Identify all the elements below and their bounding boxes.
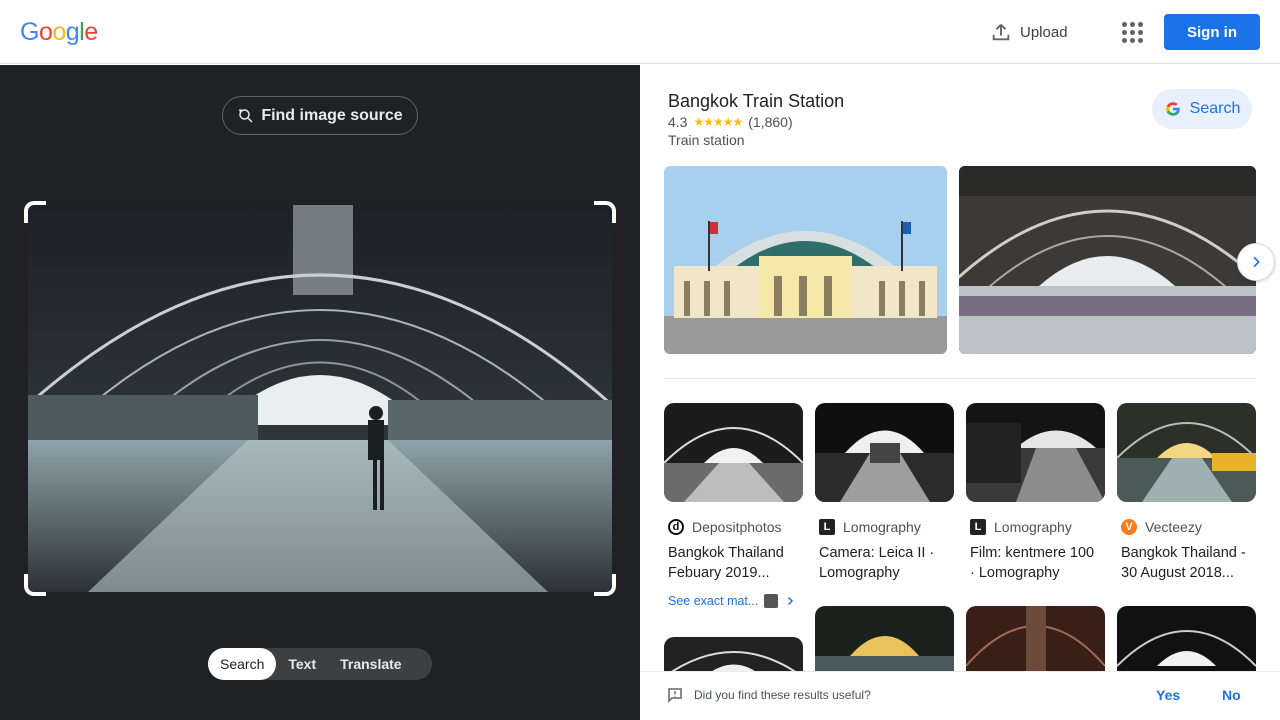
favicon-letter: L [974,521,982,533]
upload-button[interactable]: Upload [990,18,1068,46]
top-header: Google Upload Sign in [0,0,1280,64]
depositphotos-icon: d [668,519,684,535]
lens-image-panel: Find image source Search Text Translate [0,65,640,720]
find-image-source-button[interactable]: Find image source [222,96,418,135]
result-thumbnail[interactable] [1117,403,1256,502]
place-rating: 4.3 ★★★★★ (1,860) [668,114,793,130]
logo-letter: o [38,18,53,46]
visual-match-result[interactable]: L Lomography Film: kentmere 100 · Lomograp… [966,403,1105,583]
lens-mode-tabs: Search Text Translate [208,648,432,680]
see-exact-matches-label: See exact mat... [668,594,759,608]
result-thumbnail[interactable] [966,606,1105,677]
find-image-source-label: Find image source [261,106,403,124]
result-source: Depositphotos [692,519,782,535]
favicon-letter: d [672,521,680,533]
section-divider [664,378,1256,379]
crop-handle-bottom-right[interactable] [594,574,616,596]
feedback-question: Did you find these results useful? [694,688,871,702]
google-apps-icon[interactable] [1120,20,1144,44]
vecteezy-icon: V [1121,519,1137,535]
place-image[interactable] [664,166,947,354]
lens-search-icon [239,108,253,123]
lomography-icon: L [819,519,835,535]
result-title-line: Film: kentmere 100 [970,545,1095,561]
place-category: Train station [668,132,745,148]
google-logo[interactable]: Google [20,18,98,47]
rating-value: 4.3 [668,114,688,130]
visual-match-result[interactable]: V Vecteezy Bangkok Thailand - 30 August 20… [1117,403,1256,583]
logo-letter: o [52,18,66,46]
tab-search[interactable]: Search [208,648,277,680]
upload-label: Upload [1020,23,1068,41]
see-exact-matches-link[interactable]: See exact mat... [668,594,796,608]
google-g-icon [1165,102,1180,116]
chevron-right-icon [788,596,794,606]
chevron-right-icon [1253,256,1260,268]
result-thumbnail[interactable] [815,403,954,502]
favicon-letter: V [1125,521,1133,533]
result-title[interactable]: Film: kentmere 100 · Lomography [966,543,1105,583]
result-title[interactable]: Camera: Leica II · Lomography [815,543,954,583]
result-title-line: 30 August 2018... [1121,565,1234,581]
review-count: (1,860) [748,114,793,130]
star-rating-icon: ★★★★★ [693,115,743,129]
place-image[interactable] [959,166,1256,354]
result-title[interactable]: Bangkok Thailand - 30 August 2018... [1117,543,1256,583]
logo-letter: G [20,18,39,46]
upload-icon [992,24,1010,41]
feedback-yes-button[interactable]: Yes [1156,687,1180,703]
visual-match-result[interactable]: L Lomography Camera: Leica II · Lomography [815,403,954,583]
sign-in-button[interactable]: Sign in [1164,14,1260,50]
result-title[interactable]: Bangkok Thailand Febuary 2019... [664,543,803,583]
result-title-line: Lomography [819,565,900,581]
exact-match-thumb-icon [764,594,779,608]
place-title[interactable]: Bangkok Train Station [668,91,844,112]
lomography-icon: L [970,519,986,535]
result-source: Lomography [994,519,1072,535]
feedback-bar: Did you find these results useful? Yes N… [640,671,1280,720]
crop-handle-bottom-left[interactable] [24,574,46,596]
query-image [28,205,612,592]
favicon-letter: L [823,521,831,533]
image-crop-frame[interactable] [24,201,616,596]
tab-text[interactable]: Text [276,648,328,680]
google-search-button[interactable]: Search [1152,89,1252,129]
results-panel: Bangkok Train Station 4.3 ★★★★★ (1,860) … [640,65,1280,720]
logo-letter: e [84,18,98,46]
result-title-line: Camera: Leica II · [819,545,935,561]
result-title-line: Febuary 2019... [668,565,770,581]
result-title-line: · Lomography [970,565,1060,581]
feedback-icon [668,688,682,703]
result-thumbnail[interactable] [664,403,803,502]
crop-handle-top-left[interactable] [24,201,46,223]
google-search-label: Search [1189,100,1241,117]
feedback-no-button[interactable]: No [1222,687,1241,703]
result-thumbnail[interactable] [966,403,1105,502]
result-thumbnail[interactable] [1117,606,1256,677]
crop-handle-top-right[interactable] [594,201,616,223]
result-title-line: Bangkok Thailand [668,545,784,561]
result-source: Vecteezy [1145,519,1202,535]
tab-translate[interactable]: Translate [328,648,413,680]
result-thumbnail[interactable] [815,606,954,677]
next-images-button[interactable] [1237,243,1275,281]
result-source: Lomography [843,519,921,535]
visual-match-result[interactable]: d Depositphotos Bangkok Thailand Febuary 2… [664,403,803,583]
result-title-line: Bangkok Thailand - [1121,545,1246,561]
logo-letter: g [65,18,80,46]
